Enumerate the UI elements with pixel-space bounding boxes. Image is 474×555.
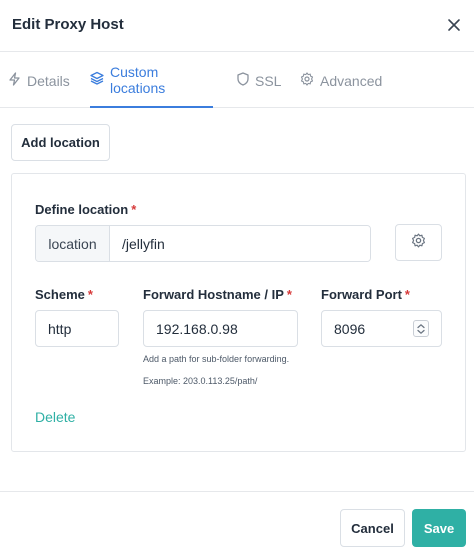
scheme-label: Scheme * (35, 287, 93, 302)
port-stepper-icon[interactable] (413, 320, 429, 337)
modal-header: Edit Proxy Host (0, 0, 474, 52)
modal-title: Edit Proxy Host (12, 16, 124, 33)
location-path-input[interactable] (110, 226, 370, 261)
save-button[interactable]: Save (412, 509, 466, 547)
layers-icon (90, 71, 104, 88)
tab-ssl-label: SSL (255, 72, 282, 89)
required-asterisk: * (131, 202, 137, 217)
required-asterisk: * (87, 287, 93, 302)
tab-ssl[interactable]: SSL (237, 53, 281, 108)
location-card: Define location* location Scheme* Forwar… (11, 173, 466, 452)
delete-location-link[interactable]: Delete (35, 409, 75, 425)
hostname-hint-subfolder: Add a path for sub-folder forwarding. (143, 354, 290, 364)
scheme-input[interactable] (35, 310, 119, 347)
forward-port-input[interactable] (322, 311, 412, 346)
tab-bar: Details Custom locations SSL Advanced (0, 53, 474, 108)
forward-hostname-label-text: Forward Hostname / IP (143, 287, 284, 302)
shield-icon (237, 72, 249, 89)
tab-details-label: Details (27, 72, 70, 89)
location-settings-button[interactable] (395, 224, 442, 261)
bolt-icon (8, 72, 21, 89)
required-asterisk: * (404, 287, 410, 302)
define-location-text: Define location (35, 202, 129, 217)
forward-port-label-text: Forward Port (321, 287, 402, 302)
scheme-label-text: Scheme (35, 287, 85, 302)
forward-hostname-label: Forward Hostname / IP * (143, 287, 292, 302)
required-asterisk: * (286, 287, 292, 302)
location-input-group: location (35, 225, 371, 262)
gear-icon (300, 72, 314, 89)
close-icon[interactable] (443, 14, 465, 36)
tab-advanced[interactable]: Advanced (300, 53, 382, 108)
add-location-button[interactable]: Add location (11, 124, 110, 161)
tab-custom-locations[interactable]: Custom locations (90, 53, 213, 108)
define-location-label: Define location * (35, 202, 136, 217)
forward-port-label: Forward Port * (321, 287, 410, 302)
cancel-button[interactable]: Cancel (340, 509, 405, 547)
modal-footer: Cancel Save (0, 491, 474, 555)
forward-port-field (321, 310, 442, 347)
hostname-hint-example: Example: 203.0.113.25/path/ (143, 376, 258, 386)
forward-hostname-input[interactable] (143, 310, 298, 347)
tab-details[interactable]: Details (8, 53, 70, 108)
edit-proxy-host-modal: Edit Proxy Host Details Custom locations… (0, 0, 474, 555)
location-prefix: location (36, 226, 110, 261)
tab-advanced-label: Advanced (320, 72, 383, 89)
tab-custom-locations-label: Custom locations (110, 63, 166, 96)
gear-icon (411, 232, 426, 253)
